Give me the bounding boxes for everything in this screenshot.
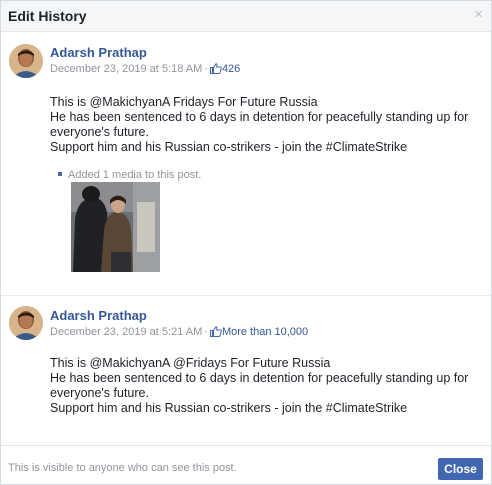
post-text-line: Support him and his Russian co-strikers … xyxy=(50,401,408,415)
like-icon xyxy=(209,326,222,337)
like-icon xyxy=(209,63,222,74)
media-thumbnail[interactable] xyxy=(71,182,160,272)
timestamp[interactable]: December 23, 2019 at 5:18 AM xyxy=(50,63,202,75)
separator: · xyxy=(204,63,208,75)
close-icon[interactable]: × xyxy=(474,7,483,23)
avatar[interactable] xyxy=(9,44,43,78)
post-text-line: He has been sentenced to 6 days in deten… xyxy=(50,371,469,400)
avatar[interactable] xyxy=(9,306,43,340)
close-button[interactable]: Close xyxy=(438,458,483,480)
visibility-note: This is visible to anyone who can see th… xyxy=(8,462,237,474)
history-entry: Adarsh Prathap December 23, 2019 at 5:18… xyxy=(1,33,491,295)
post-text: This is @MakichyanA Fridays For Future R… xyxy=(50,95,483,155)
edit-history-dialog: Edit History × Adarsh Prathap December 2… xyxy=(0,0,492,485)
timestamp[interactable]: December 23, 2019 at 5:21 AM xyxy=(50,326,202,338)
post-text-line: This is @MakichyanA @Fridays For Future … xyxy=(50,356,331,370)
media-added-note: Added 1 media to this post. xyxy=(58,169,201,181)
entry-meta: December 23, 2019 at 5:21 AM · More than 1… xyxy=(50,326,308,338)
avatar-image xyxy=(9,44,43,78)
like-count[interactable]: More than 10,000 xyxy=(222,326,308,338)
post-text-line: Support him and his Russian co-strikers … xyxy=(50,140,408,154)
dialog-title: Edit History xyxy=(8,8,87,24)
media-photo xyxy=(71,182,160,272)
avatar-image xyxy=(9,306,43,340)
dialog-header: Edit History × xyxy=(1,1,491,32)
separator: · xyxy=(204,326,208,338)
author-name[interactable]: Adarsh Prathap xyxy=(50,308,147,323)
post-text-line: This is @MakichyanA Fridays For Future R… xyxy=(50,95,318,109)
post-text-line: He has been sentenced to 6 days in deten… xyxy=(50,110,469,139)
edit-history-list: Adarsh Prathap December 23, 2019 at 5:18… xyxy=(1,33,491,445)
author-name[interactable]: Adarsh Prathap xyxy=(50,45,147,60)
media-note-text: Added 1 media to this post. xyxy=(68,169,202,181)
entry-meta: December 23, 2019 at 5:18 AM · 426 xyxy=(50,63,240,75)
like-count[interactable]: 426 xyxy=(222,63,240,75)
dialog-footer: This is visible to anyone who can see th… xyxy=(1,445,491,485)
post-text: This is @MakichyanA @Fridays For Future … xyxy=(50,356,483,416)
history-entry: Adarsh Prathap December 23, 2019 at 5:21… xyxy=(1,295,491,445)
bullet-icon xyxy=(58,172,62,176)
